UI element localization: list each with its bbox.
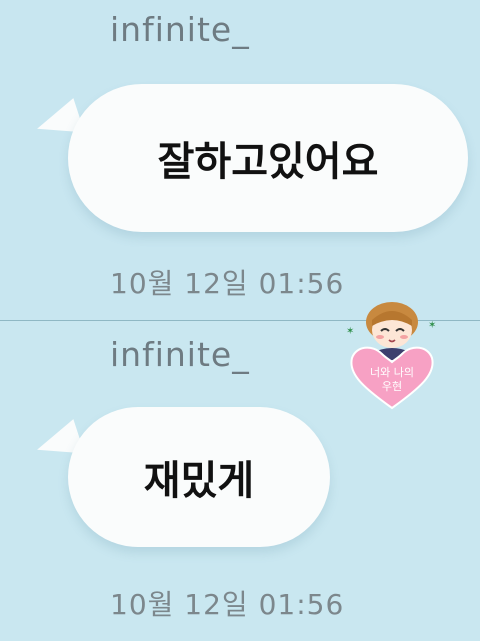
message-text: 잘하고있어요 (157, 139, 379, 185)
heart-character-sticker-icon: ✶ ✶ 너와 나의 우현 (346, 302, 436, 410)
message-bubble[interactable]: 재밌게 (68, 407, 330, 547)
svg-text:✶: ✶ (346, 326, 354, 337)
sticker-text-line1: 너와 나의 (370, 366, 414, 379)
message-text: 재밌게 (143, 458, 255, 504)
sender-name: infinite_ (110, 10, 250, 49)
message-timestamp: 10월 12일 01:56 (110, 267, 345, 300)
sticker-text-line2: 우현 (382, 380, 402, 393)
sender-name: infinite_ (110, 335, 250, 374)
message-bubble[interactable]: 잘하고있어요 (68, 84, 468, 232)
svg-text:✶: ✶ (428, 320, 436, 331)
message-timestamp: 10월 12일 01:56 (110, 588, 345, 621)
chat-panel-top: infinite_ 잘하고있어요 10월 12일 01:56 (0, 0, 480, 320)
